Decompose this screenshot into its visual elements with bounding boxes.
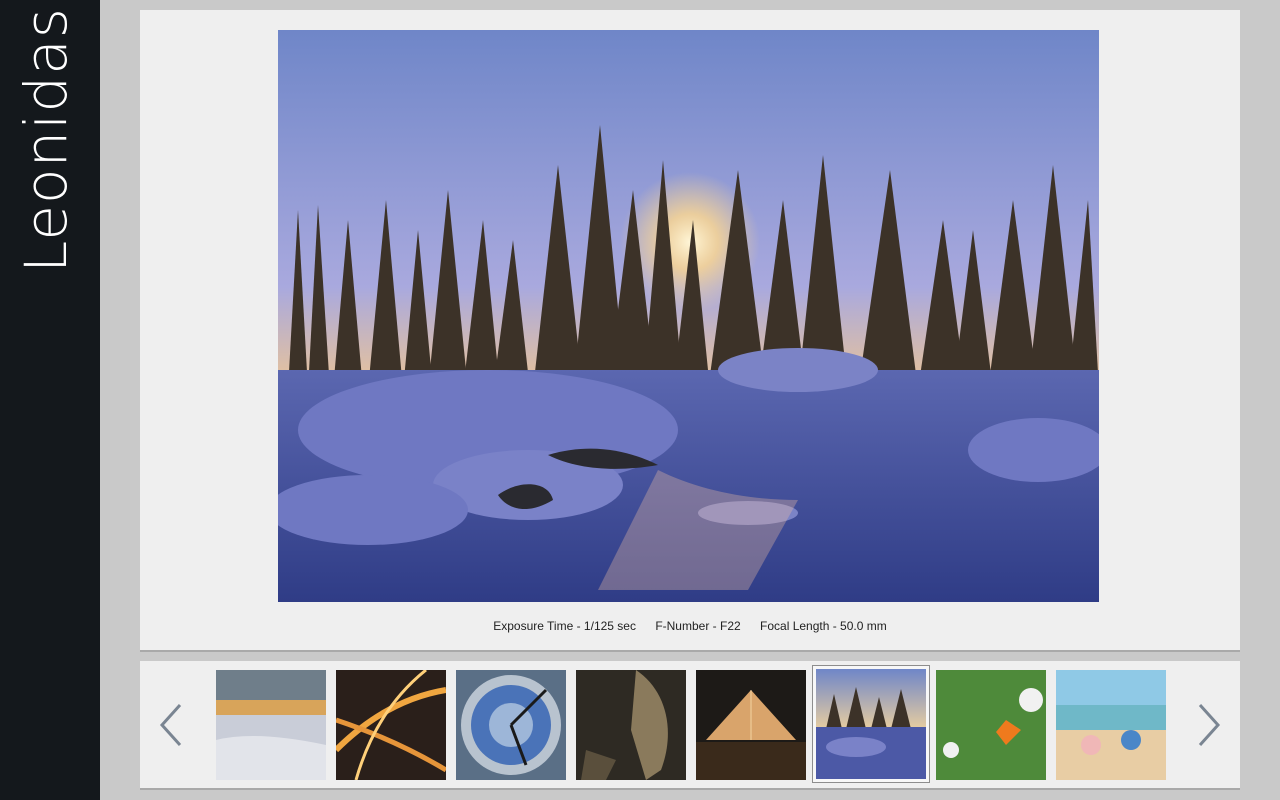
thumbnail-3[interactable] [456, 670, 566, 780]
thumbnail-strip [140, 661, 1240, 790]
chevron-right-icon [1198, 703, 1221, 747]
thumbnail-7[interactable] [936, 670, 1046, 780]
thumbnail-8[interactable] [1056, 670, 1166, 780]
exif-exposure: Exposure Time - 1/125 sec [493, 619, 636, 633]
thumbnail-6-selected[interactable] [813, 666, 929, 782]
exif-focal: Focal Length - 50.0 mm [760, 619, 887, 633]
sidebar: Leonidas [0, 0, 100, 800]
next-button[interactable] [1188, 701, 1228, 749]
thumbnail-4[interactable] [576, 670, 686, 780]
logo-text: Leonidas [12, 7, 80, 273]
thumbnail-2[interactable] [336, 670, 446, 780]
chevron-left-icon [159, 703, 182, 747]
exif-info: Exposure Time - 1/125 sec F-Number - F22… [140, 619, 1240, 633]
photo-viewer: Exposure Time - 1/125 sec F-Number - F22… [140, 10, 1240, 652]
main-photo[interactable] [278, 30, 1099, 602]
app-logo[interactable]: Leonidas [12, 7, 80, 273]
thumbnail-1[interactable] [216, 670, 326, 780]
prev-button[interactable] [152, 701, 192, 749]
exif-fnumber: F-Number - F22 [655, 619, 741, 633]
thumbnail-5[interactable] [696, 670, 806, 780]
